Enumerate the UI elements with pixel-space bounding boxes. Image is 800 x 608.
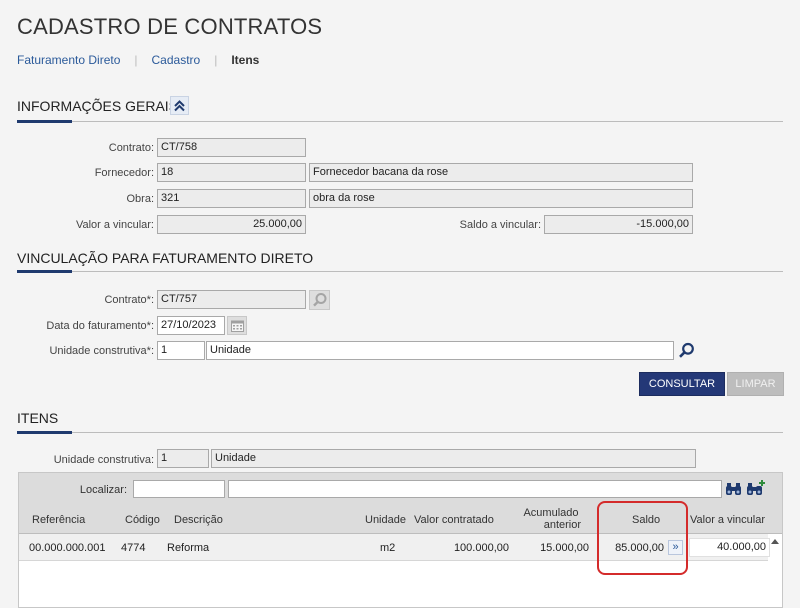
search-icon bbox=[312, 293, 326, 307]
column-header-codigo[interactable]: Código bbox=[125, 514, 160, 526]
valor-a-vincular-label: Valor a vincular: bbox=[75, 219, 154, 231]
data-faturamento-input[interactable]: 27/10/2023 bbox=[157, 316, 225, 335]
cell-codigo: 4774 bbox=[121, 542, 146, 554]
itens-unidade-name-field: Unidade bbox=[211, 449, 696, 468]
breadcrumb: Faturamento Direto | Cadastro | Itens bbox=[17, 53, 259, 67]
section-divider bbox=[17, 431, 783, 434]
saldo-a-vincular-label: Saldo a vincular: bbox=[459, 219, 541, 231]
binoculars-icon bbox=[726, 483, 741, 495]
saldo-highlight-annotation bbox=[597, 501, 688, 575]
section-title-itens: ITENS bbox=[17, 410, 59, 426]
data-faturamento-label: Data do faturamento*: bbox=[46, 320, 154, 332]
obra-name-field: obra da rose bbox=[309, 189, 693, 208]
obra-label: Obra: bbox=[126, 193, 154, 205]
collapse-section-button[interactable] bbox=[170, 96, 189, 115]
cell-unidade: m2 bbox=[380, 542, 396, 554]
limpar-button[interactable]: LIMPAR bbox=[727, 372, 784, 396]
contrato-label: Contrato: bbox=[108, 142, 154, 154]
localizar-label: Localizar: bbox=[79, 484, 127, 496]
cell-valor-contratado: 100.000,00 bbox=[453, 542, 509, 554]
itens-unidade-code-field: 1 bbox=[157, 449, 209, 468]
consultar-button[interactable]: CONSULTAR bbox=[639, 372, 725, 396]
itens-unidade-construtiva-label: Unidade construtiva: bbox=[53, 454, 154, 466]
calendar-button[interactable] bbox=[227, 316, 247, 335]
section-divider bbox=[17, 120, 783, 123]
column-header-referencia[interactable]: Referência bbox=[32, 514, 85, 526]
column-header-unidade[interactable]: Unidade bbox=[365, 514, 406, 526]
section-title-informacoes-gerais: INFORMAÇÕES GERAIS bbox=[17, 98, 179, 114]
contrato-field: CT/758 bbox=[157, 138, 306, 157]
search-icon bbox=[678, 342, 694, 358]
breadcrumb-separator: | bbox=[134, 53, 138, 67]
section-divider bbox=[17, 270, 783, 273]
breadcrumb-separator: | bbox=[214, 53, 218, 67]
find-next-button[interactable] bbox=[746, 479, 766, 498]
breadcrumb-itens: Itens bbox=[231, 53, 260, 67]
page-title: CADASTRO DE CONTRATOS bbox=[17, 14, 323, 39]
unidade-search-button[interactable] bbox=[676, 340, 696, 360]
column-header-descricao[interactable]: Descrição bbox=[174, 514, 223, 526]
section-title-vinculacao: VINCULAÇÃO PARA FATURAMENTO DIRETO bbox=[17, 250, 314, 266]
breadcrumb-faturamento-direto[interactable]: Faturamento Direto bbox=[17, 53, 120, 67]
fornecedor-code-field: 18 bbox=[157, 163, 306, 182]
fornecedor-label: Fornecedor: bbox=[94, 167, 154, 179]
contrato-input[interactable]: CT/757 bbox=[157, 290, 306, 309]
unidade-construtiva-code-input[interactable]: 1 bbox=[157, 341, 205, 360]
column-header-valor-a-vincular[interactable]: Valor a vincular bbox=[690, 514, 765, 526]
localizar-input[interactable] bbox=[133, 480, 225, 498]
obra-code-field: 321 bbox=[157, 189, 306, 208]
unidade-construtiva-name-input[interactable]: Unidade bbox=[206, 341, 674, 360]
localizar-text-input[interactable] bbox=[228, 480, 722, 498]
cell-descricao: Reforma bbox=[167, 542, 210, 554]
saldo-a-vincular-field: -15.000,00 bbox=[544, 215, 693, 234]
cell-acumulado-anterior: 15.000,00 bbox=[540, 542, 589, 554]
fornecedor-name-field: Fornecedor bacana da rose bbox=[309, 163, 693, 182]
calendar-icon bbox=[230, 320, 244, 332]
scroll-up-arrow-icon[interactable] bbox=[770, 537, 780, 547]
find-button[interactable] bbox=[725, 481, 742, 498]
column-header-acumulado-line1: Acumulado bbox=[523, 507, 579, 519]
breadcrumb-cadastro[interactable]: Cadastro bbox=[152, 53, 201, 67]
unidade-construtiva-required-label: Unidade construtiva*: bbox=[49, 345, 154, 357]
binoculars-plus-icon bbox=[747, 479, 765, 495]
column-header-acumulado-line2: anterior bbox=[543, 519, 581, 531]
double-chevron-up-icon bbox=[174, 100, 185, 112]
column-header-acumulado-anterior[interactable]: Acumulado anterior bbox=[521, 507, 581, 531]
cell-referencia: 00.000.000.001 bbox=[29, 542, 106, 554]
contrato-required-label: Contrato*: bbox=[104, 294, 154, 306]
contrato-search-button[interactable] bbox=[309, 290, 330, 310]
column-header-valor-contratado[interactable]: Valor contratado bbox=[414, 514, 494, 526]
cell-valor-a-vincular-input[interactable]: 40.000,00 bbox=[689, 538, 770, 557]
valor-a-vincular-field: 25.000,00 bbox=[157, 215, 306, 234]
